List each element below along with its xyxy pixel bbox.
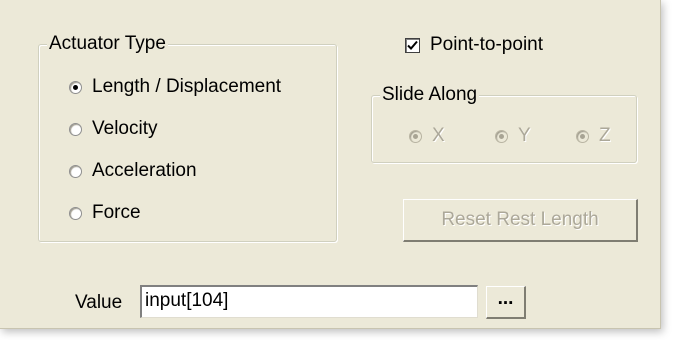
- actuator-type-group: Actuator Type Length / Displacement Velo…: [38, 32, 337, 242]
- radio-indicator[interactable]: [69, 164, 82, 178]
- radio-label: Y: [518, 125, 531, 146]
- radio-label: Z: [599, 125, 611, 146]
- radio-velocity[interactable]: Velocity: [69, 118, 157, 140]
- radio-indicator[interactable]: [409, 129, 422, 143]
- radio-label: Velocity: [92, 118, 158, 139]
- radio-label: Length / Displacement: [92, 76, 282, 97]
- slide-along-group: Slide Along X Y Z: [371, 83, 637, 163]
- checkmark-icon: [407, 40, 418, 50]
- radio-label: Force: [92, 202, 141, 223]
- reset-rest-length-label: Reset Rest Length: [441, 209, 599, 230]
- browse-button-label: ...: [497, 288, 514, 309]
- point-to-point-label: Point-to-point: [430, 34, 544, 55]
- actuator-properties-panel: Actuator Type Length / Displacement Velo…: [0, 0, 661, 329]
- reset-rest-length-button[interactable]: Reset Rest Length: [403, 199, 638, 242]
- slide-along-legend: Slide Along: [380, 83, 480, 107]
- radio-label: X: [432, 125, 445, 146]
- radio-slide-y[interactable]: Y: [495, 125, 531, 147]
- radio-indicator[interactable]: [69, 122, 82, 136]
- radio-length-displacement[interactable]: Length / Displacement: [69, 76, 281, 98]
- value-label: Value: [75, 292, 123, 313]
- checkbox-indicator[interactable]: [405, 37, 420, 53]
- radio-indicator[interactable]: [69, 206, 82, 220]
- radio-indicator[interactable]: [69, 80, 82, 94]
- radio-acceleration[interactable]: Acceleration: [69, 160, 197, 182]
- radio-label: Acceleration: [92, 160, 197, 181]
- browse-button[interactable]: ...: [486, 286, 526, 319]
- radio-slide-z[interactable]: Z: [576, 125, 611, 147]
- radio-force[interactable]: Force: [69, 202, 141, 224]
- radio-indicator[interactable]: [576, 129, 589, 143]
- actuator-type-legend: Actuator Type: [47, 32, 168, 56]
- value-input[interactable]: input[104]: [140, 285, 478, 318]
- radio-slide-x[interactable]: X: [409, 125, 445, 147]
- point-to-point-checkbox[interactable]: Point-to-point: [405, 34, 543, 56]
- radio-indicator[interactable]: [495, 129, 508, 143]
